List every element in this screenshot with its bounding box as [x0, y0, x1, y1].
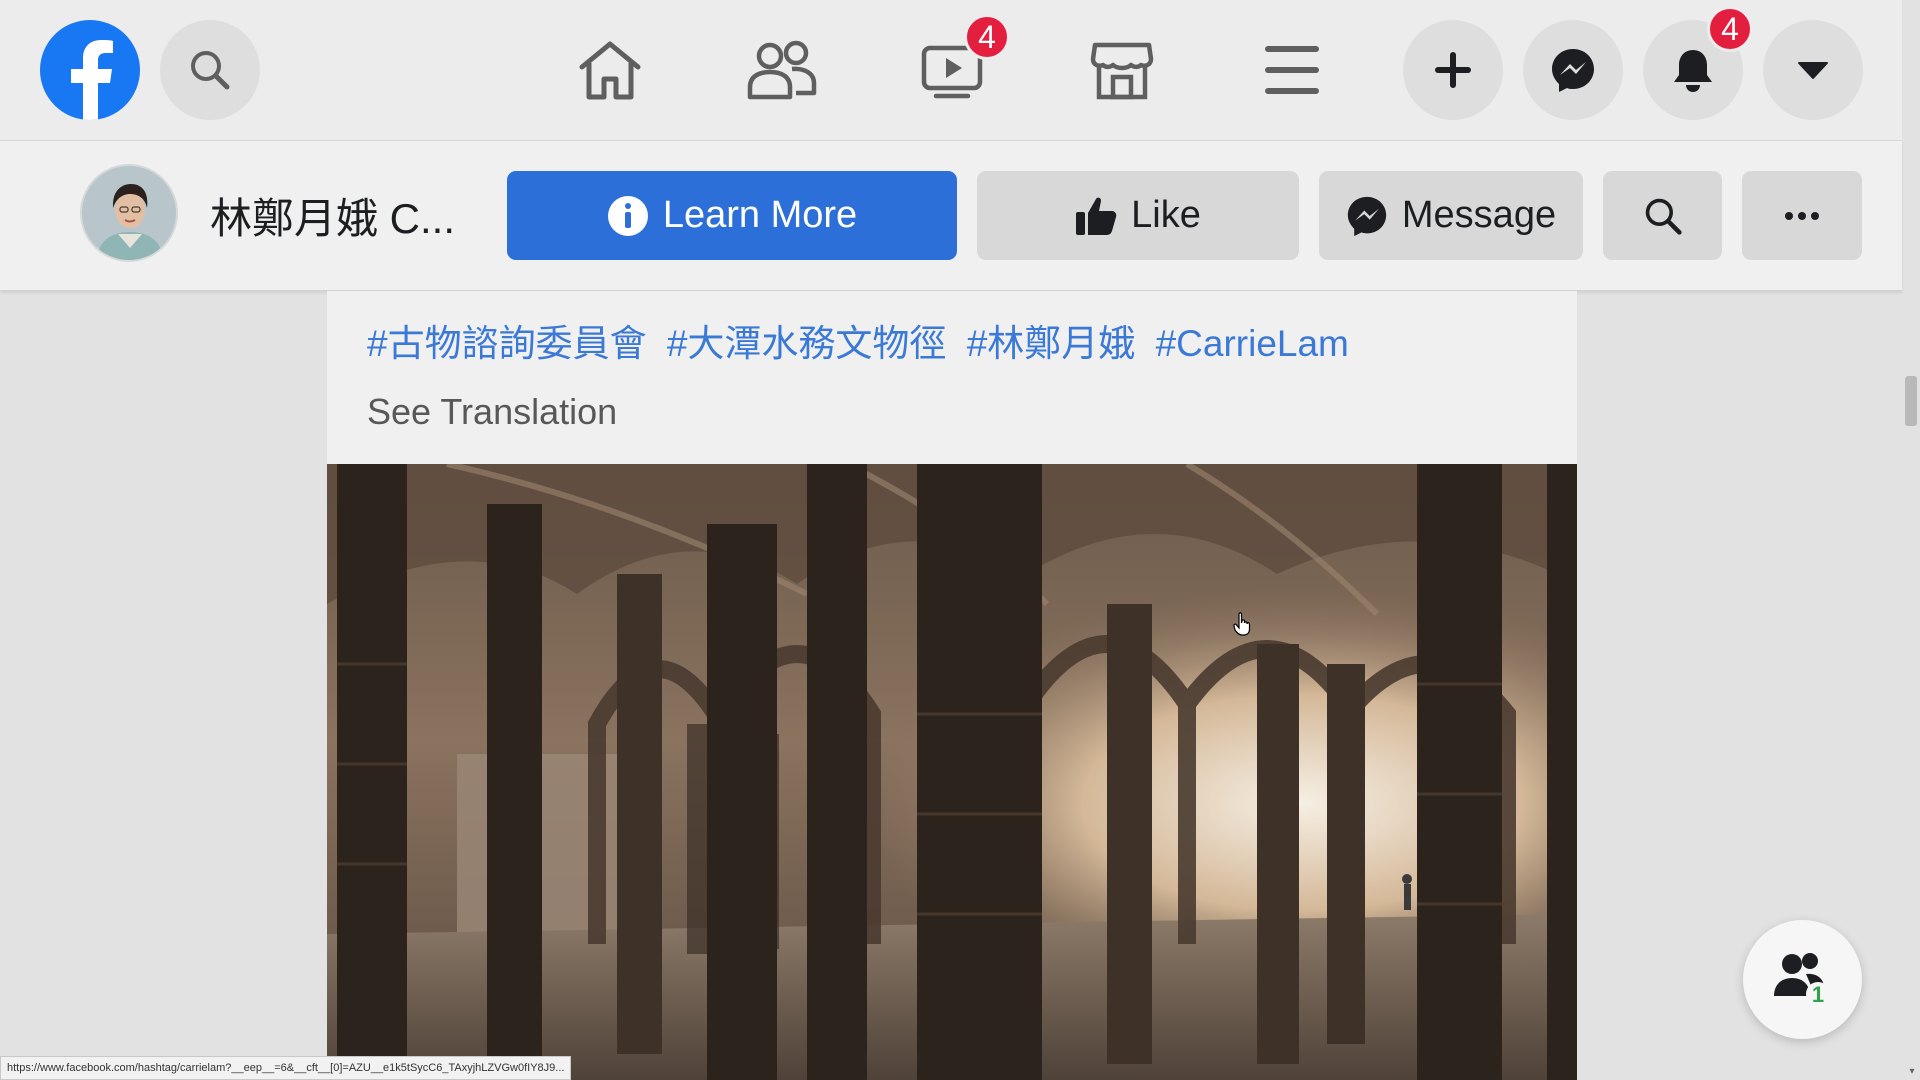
- hashtag-link[interactable]: #CarrieLam: [1156, 323, 1349, 364]
- messenger-icon: [1347, 196, 1387, 236]
- top-navigation: 4 4: [0, 0, 1902, 141]
- messenger-icon: [1552, 49, 1594, 92]
- status-bar-url: https://www.facebook.com/hashtag/carriel…: [0, 1056, 572, 1080]
- profile-photo: [82, 166, 176, 260]
- caret-down-icon: [1798, 62, 1828, 79]
- plus-icon: [1435, 52, 1471, 88]
- page-name[interactable]: 林鄭月娥 C...: [210, 185, 455, 246]
- messenger-button[interactable]: [1523, 20, 1623, 120]
- see-translation-link[interactable]: See Translation: [367, 391, 617, 433]
- contacts-chat-button[interactable]: 1: [1743, 920, 1862, 1039]
- like-button[interactable]: Like: [977, 171, 1299, 260]
- menu-icon: [1265, 46, 1319, 94]
- search-icon: [1645, 198, 1682, 235]
- page-avatar[interactable]: [80, 164, 178, 262]
- page-search-button[interactable]: [1603, 171, 1722, 260]
- bell-icon: [1674, 50, 1712, 92]
- nav-marketplace[interactable]: [1082, 30, 1162, 110]
- facebook-f-icon: [71, 40, 113, 120]
- contacts-count: 1: [1811, 982, 1823, 1007]
- message-label: Message: [1401, 194, 1557, 236]
- page-header-bar: 林鄭月娥 C... Learn More Like Message: [0, 141, 1902, 291]
- hand-cursor-icon: [1233, 612, 1251, 641]
- info-icon: [607, 195, 648, 236]
- search-button[interactable]: [160, 20, 260, 120]
- watch-badge: 4: [964, 14, 1010, 60]
- hashtag-link[interactable]: #古物諮詢委員會: [367, 323, 647, 364]
- post-card: #古物諮詢委員會 #大潭水務文物徑 #林鄭月娥 #CarrieLam See T…: [327, 291, 1577, 1080]
- account-button[interactable]: [1763, 20, 1863, 120]
- notifications-badge: 4: [1707, 6, 1753, 52]
- home-icon: [579, 41, 641, 100]
- nav-home[interactable]: [570, 30, 650, 110]
- friends-icon: [747, 40, 817, 100]
- post-hashtags: #古物諮詢委員會 #大潭水務文物徑 #林鄭月娥 #CarrieLam: [367, 313, 1359, 367]
- nav-menu[interactable]: [1252, 30, 1332, 110]
- learn-more-button[interactable]: Learn More: [507, 171, 957, 260]
- learn-more-label: Learn More: [662, 194, 858, 236]
- marketplace-icon: [1090, 42, 1154, 100]
- hashtag-link[interactable]: #林鄭月娥: [967, 323, 1136, 364]
- post-photo[interactable]: [327, 464, 1577, 1080]
- reservoir-photo: [327, 464, 1577, 1080]
- hashtag-link[interactable]: #大潭水務文物徑: [667, 323, 947, 364]
- scroll-down-arrow-icon[interactable]: ▾: [1905, 1066, 1919, 1080]
- nav-friends[interactable]: [742, 30, 822, 110]
- more-options-button[interactable]: [1742, 171, 1862, 260]
- people-icon: 1: [1773, 952, 1830, 1007]
- more-horizontal-icon: [1785, 211, 1819, 220]
- search-icon: [191, 51, 230, 90]
- message-button[interactable]: Message: [1319, 171, 1583, 260]
- nav-watch[interactable]: 4: [912, 14, 1010, 110]
- like-label: Like: [1131, 194, 1201, 236]
- facebook-logo[interactable]: [40, 20, 140, 120]
- thumbs-up-icon: [1076, 197, 1117, 235]
- notifications-button[interactable]: 4: [1643, 6, 1753, 120]
- page-scrollbar[interactable]: [1905, 376, 1917, 426]
- create-button[interactable]: [1403, 20, 1503, 120]
